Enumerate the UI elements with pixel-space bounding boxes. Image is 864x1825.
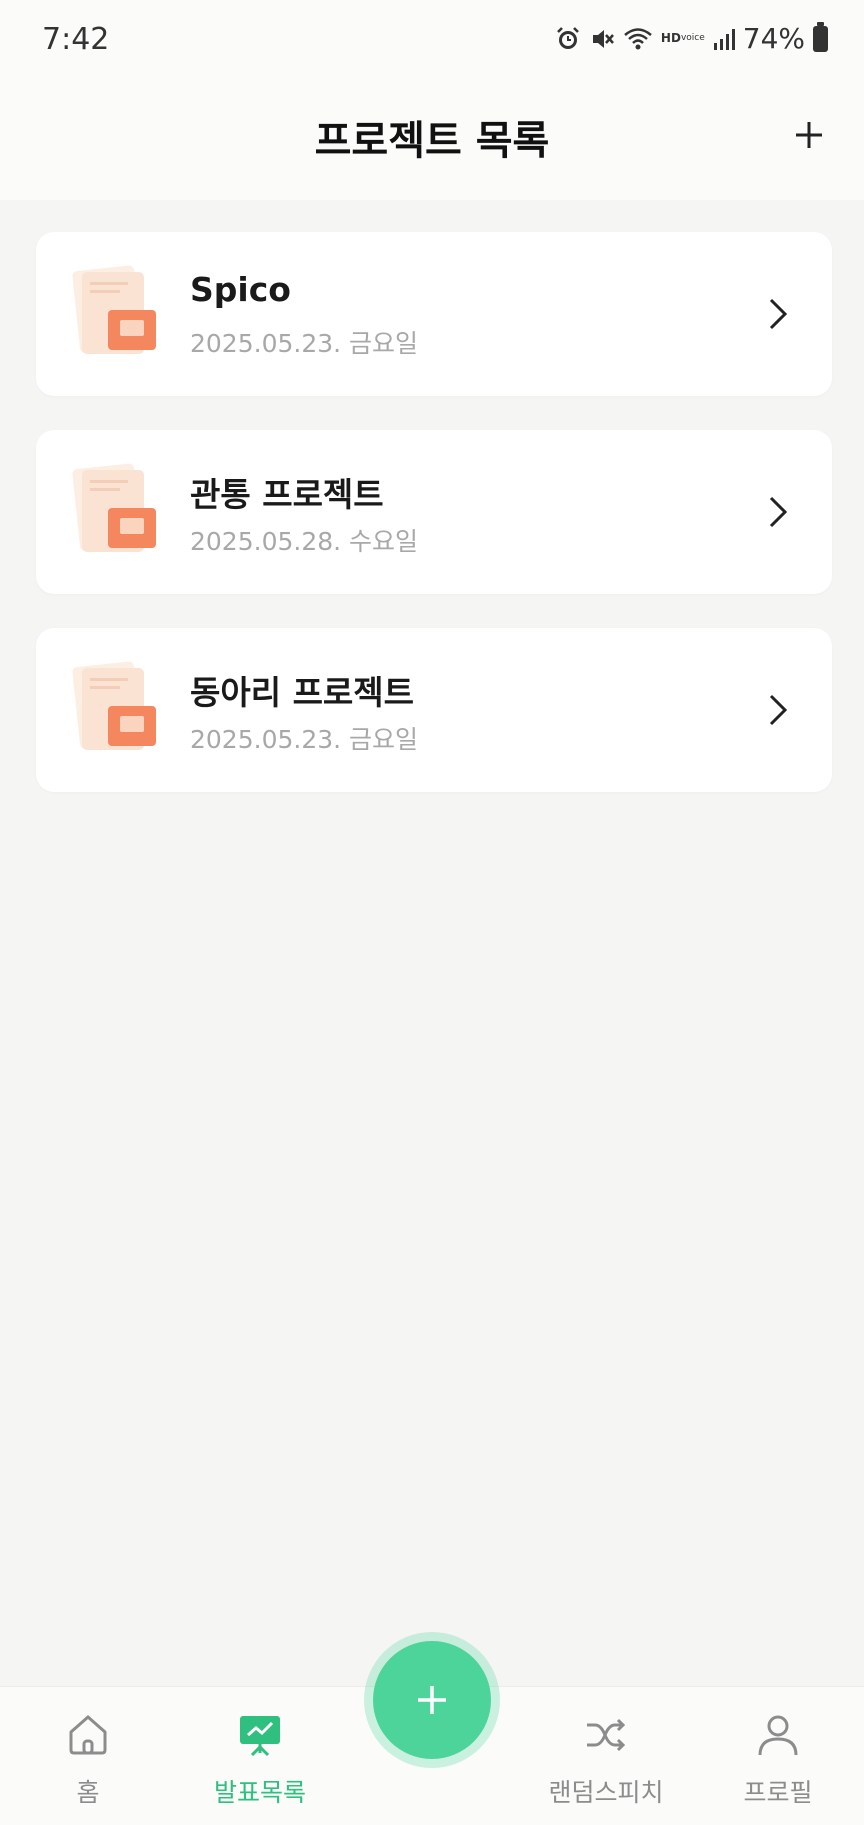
home-icon xyxy=(62,1709,114,1761)
chevron-right-icon xyxy=(769,496,788,528)
project-title: 동아리 프로젝트 xyxy=(190,673,415,712)
signal-icon xyxy=(713,27,735,51)
nav-label: 랜덤스피치 xyxy=(548,1778,664,1807)
shuffle-icon xyxy=(580,1709,632,1761)
nav-random-speech[interactable]: 랜덤스피치 xyxy=(536,1709,676,1809)
page-title: 프로젝트 목록 xyxy=(314,118,550,164)
hd-voice-icon: HD voice xyxy=(660,31,705,45)
battery-icon xyxy=(813,21,828,52)
status-time: 7:42 xyxy=(42,22,110,57)
fab-add-button[interactable] xyxy=(373,1641,491,1759)
project-date: 2025.05.23. 금요일 xyxy=(190,725,419,754)
project-date: 2025.05.23. 금요일 xyxy=(190,329,419,358)
plus-icon xyxy=(418,1686,446,1714)
chevron-right-icon xyxy=(769,694,788,726)
nav-profile[interactable]: 프로필 xyxy=(708,1709,848,1809)
chevron-right-icon xyxy=(769,298,788,330)
project-card[interactable]: 동아리 프로젝트 2025.05.23. 금요일 xyxy=(36,628,832,792)
app-header: 프로젝트 목록 xyxy=(0,80,864,200)
nav-label: 홈 xyxy=(76,1778,100,1807)
alarm-icon xyxy=(555,26,581,52)
document-icon xyxy=(72,661,156,750)
project-title: Spico xyxy=(190,270,291,309)
document-icon xyxy=(72,265,156,354)
status-icons: HD voice 74% xyxy=(555,21,828,55)
status-bar: 7:42 HD voice 74% xyxy=(0,0,864,80)
user-icon xyxy=(752,1709,804,1761)
document-icon xyxy=(72,463,156,552)
project-list: Spico 2025.05.23. 금요일 관통 프로젝트 2025.05.28… xyxy=(36,232,832,826)
project-card[interactable]: Spico 2025.05.23. 금요일 xyxy=(36,232,832,396)
nav-home[interactable]: 홈 xyxy=(18,1709,158,1809)
nav-presentations[interactable]: 발표목록 xyxy=(190,1709,330,1809)
mute-icon xyxy=(589,26,615,52)
project-card[interactable]: 관통 프로젝트 2025.05.28. 수요일 xyxy=(36,430,832,594)
add-project-button[interactable] xyxy=(784,110,834,160)
presentation-icon xyxy=(234,1709,286,1761)
wifi-icon xyxy=(623,26,653,52)
nav-label: 프로필 xyxy=(743,1778,813,1807)
project-date: 2025.05.28. 수요일 xyxy=(190,527,419,556)
nav-label: 발표목록 xyxy=(213,1778,306,1807)
fab-ring xyxy=(364,1632,500,1768)
project-title: 관통 프로젝트 xyxy=(190,475,384,514)
plus-icon xyxy=(796,122,822,148)
battery-text: 74% xyxy=(742,22,805,55)
